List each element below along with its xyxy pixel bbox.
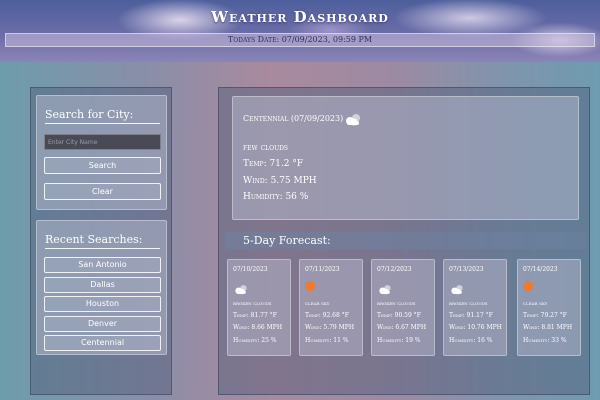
forecast-card: 07/11/2023 clear sky Temp: 92.68 °F Wind… [299,259,363,356]
forecast-card: 07/14/2023 clear sky Temp: 79.27 °F Wind… [517,259,581,356]
recent-heading: Recent Searches: [45,233,160,249]
forecast-date: 07/14/2023 [523,266,558,273]
current-temp: Temp: 71.2 °F [243,159,304,169]
cloud-icon [233,280,249,299]
forecast-heading: 5-Day Forecast: [225,232,586,249]
cloud-icon [377,280,393,299]
forecast-temp: Temp: 81.77 °F [233,312,277,319]
current-date: Todays Date: 07/09/2023, 09:59 PM [5,33,595,47]
forecast-wind: Wind: 10.76 MPH [449,324,502,331]
app-header: Weather Dashboard Todays Date: 07/09/202… [0,0,600,62]
search-button[interactable]: Search [44,157,161,174]
current-humidity: Humidity: 56 % [243,192,309,202]
forecast-card: 07/13/2023 broken clouds Temp: 91.17 °F … [443,259,507,356]
cloud-icon [343,111,363,130]
forecast-temp: Temp: 92.68 °F [305,312,349,319]
clear-button[interactable]: Clear [44,183,161,200]
cloud-icon [449,280,465,299]
forecast-wind: Wind: 8.81 MPH [523,324,573,331]
recent-item-centennial[interactable]: Centennial [44,335,161,351]
forecast-humidity: Humidity: 33 % [523,337,567,344]
forecast-humidity: Humidity: 16 % [449,337,493,344]
forecast-date: 07/10/2023 [233,266,268,273]
forecast-humidity: Humidity: 25 % [233,337,277,344]
recent-searches-card: Recent Searches: San Antonio Dallas Hous… [36,220,167,355]
search-heading: Search for City: [45,108,160,124]
sun-icon [523,280,533,291]
app-title: Weather Dashboard [211,8,389,26]
forecast-wind: Wind: 6.67 MPH [377,324,427,331]
current-description: few clouds [243,143,289,153]
current-city-title: Centennial (07/09/2023) [243,114,344,123]
forecast-description: clear sky [523,301,548,307]
forecast-humidity: Humidity: 19 % [377,337,421,344]
forecast-description: broken clouds [377,301,416,307]
forecast-wind: Wind: 8.66 MPH [233,324,283,331]
forecast-temp: Temp: 90.59 °F [377,312,421,319]
current-wind: Wind: 5.75 MPH [243,176,317,186]
search-card: Search for City: Search Clear [36,95,167,210]
current-weather-card: Centennial (07/09/2023) few clouds Temp:… [232,96,579,220]
forecast-humidity: Humidity: 11 % [305,337,349,344]
forecast-wind: Wind: 5.79 MPH [305,324,355,331]
forecast-description: broken clouds [233,301,272,307]
forecast-temp: Temp: 91.17 °F [449,312,493,319]
recent-item-san-antonio[interactable]: San Antonio [44,257,161,273]
forecast-card: 07/12/2023 broken clouds Temp: 90.59 °F … [371,259,435,356]
forecast-description: broken clouds [449,301,488,307]
recent-item-dallas[interactable]: Dallas [44,277,161,293]
forecast-temp: Temp: 79.27 °F [523,312,567,319]
city-search-input[interactable] [44,134,161,150]
forecast-date: 07/12/2023 [377,266,412,273]
forecast-card: 07/10/2023 broken clouds Temp: 81.77 °F … [227,259,291,356]
sun-icon [305,280,315,291]
recent-item-denver[interactable]: Denver [44,316,161,332]
forecast-date: 07/11/2023 [305,266,340,273]
recent-item-houston[interactable]: Houston [44,296,161,312]
forecast-date: 07/13/2023 [449,266,484,273]
forecast-description: clear sky [305,301,330,307]
